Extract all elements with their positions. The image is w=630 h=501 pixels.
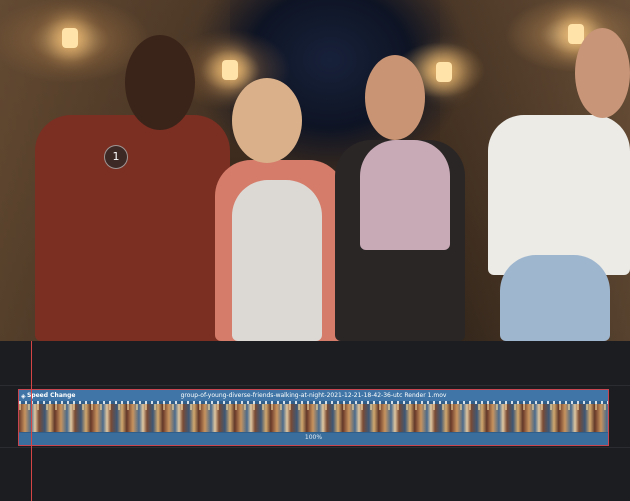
clip-header: ◈ Speed Change group-of-young-diverse-fr… — [19, 390, 608, 401]
clip-thumbnails — [19, 404, 608, 432]
track-divider — [0, 385, 630, 386]
clip-footer: 100% — [19, 433, 608, 445]
video-clip[interactable]: ◈ Speed Change group-of-young-diverse-fr… — [18, 389, 609, 446]
clip-speed-percent[interactable]: 100% — [19, 434, 608, 441]
wall-lamp — [62, 28, 78, 48]
clip-file-name: group-of-young-diverse-friends-walking-a… — [180, 392, 447, 399]
video-viewer[interactable]: 1 — [0, 0, 630, 341]
playhead[interactable] — [31, 341, 32, 501]
wall-lamp — [436, 62, 452, 82]
marker-badge[interactable]: 1 — [104, 145, 128, 169]
wall-lamp — [222, 60, 238, 80]
track-divider — [0, 447, 630, 448]
